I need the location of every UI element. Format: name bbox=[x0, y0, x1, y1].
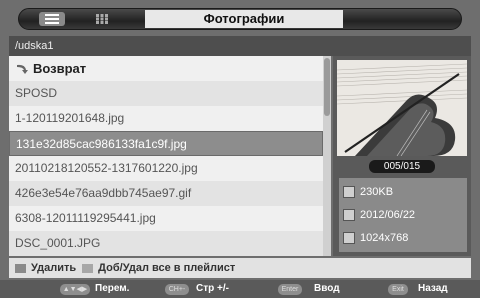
back-label: Возврат bbox=[33, 61, 87, 76]
green-key-swatch bbox=[82, 263, 94, 273]
page-hint: Стр +/- bbox=[196, 283, 229, 294]
delete-label: Удалить bbox=[31, 262, 77, 274]
resolution-value: 1024x768 bbox=[360, 231, 409, 244]
size-icon bbox=[343, 185, 355, 198]
violin-image bbox=[337, 60, 467, 156]
remote-hint-bar: ▲▼◀▶ Перем. CH+- Стр +/- Enter Ввод Exit… bbox=[0, 280, 480, 298]
color-key-legend: Удалить Доб/Удал все в плейлист bbox=[9, 258, 471, 278]
back-arrow-icon bbox=[17, 64, 28, 74]
arrows-key-icon: ▲▼◀▶ bbox=[60, 284, 90, 295]
enter-hint: Ввод bbox=[314, 283, 340, 294]
enter-key-icon: Enter bbox=[278, 284, 302, 295]
scrollbar[interactable] bbox=[323, 56, 331, 256]
preview-pane: 005/015 230KB 2012/06/22 1024x768 bbox=[333, 56, 471, 256]
file-item[interactable]: DSC_0001.JPG bbox=[9, 231, 323, 256]
exit-key-icon: Exit bbox=[388, 284, 408, 295]
date-icon bbox=[343, 208, 355, 221]
list-view-icon bbox=[45, 14, 59, 24]
size-value: 230KB bbox=[360, 185, 394, 198]
red-key-swatch bbox=[15, 263, 26, 273]
file-item[interactable]: SPOSD bbox=[9, 81, 323, 106]
path-breadcrumb: /udska1 bbox=[9, 36, 471, 56]
grid-view-icon bbox=[96, 14, 108, 24]
photo-thumbnail bbox=[337, 60, 467, 156]
move-hint: Перем. bbox=[95, 283, 130, 294]
file-list: Возврат SPOSD 1-120119201648.jpg 131e32d… bbox=[9, 56, 323, 256]
file-item-selected[interactable]: 131e32d85cac986133fa1c9f.jpg bbox=[9, 131, 323, 156]
info-size: 230KB bbox=[343, 180, 463, 203]
list-view-button[interactable] bbox=[39, 12, 65, 26]
file-item[interactable]: 426e3e54e76aa9dbb745ae97.gif bbox=[9, 181, 323, 206]
info-resolution: 1024x768 bbox=[343, 226, 463, 249]
file-item[interactable]: 1-120119201648.jpg bbox=[9, 106, 323, 131]
grid-view-button[interactable] bbox=[89, 12, 115, 26]
resolution-icon bbox=[343, 231, 355, 244]
info-date: 2012/06/22 bbox=[343, 203, 463, 226]
title-bar: Фотографии bbox=[18, 8, 462, 30]
scrollbar-thumb[interactable] bbox=[324, 58, 330, 116]
file-item[interactable]: 6308-12011119295441.jpg bbox=[9, 206, 323, 231]
back-item[interactable]: Возврат bbox=[9, 56, 323, 81]
ch-key-icon: CH+- bbox=[165, 284, 189, 295]
page-title: Фотографии bbox=[145, 10, 343, 28]
file-item[interactable]: 20110218120552-1317601220.jpg bbox=[9, 156, 323, 181]
exit-hint: Назад bbox=[418, 283, 448, 294]
photo-info: 230KB 2012/06/22 1024x768 bbox=[339, 178, 467, 252]
date-value: 2012/06/22 bbox=[360, 208, 416, 221]
photo-counter: 005/015 bbox=[369, 160, 435, 173]
playlist-label: Доб/Удал все в плейлист bbox=[98, 262, 236, 274]
